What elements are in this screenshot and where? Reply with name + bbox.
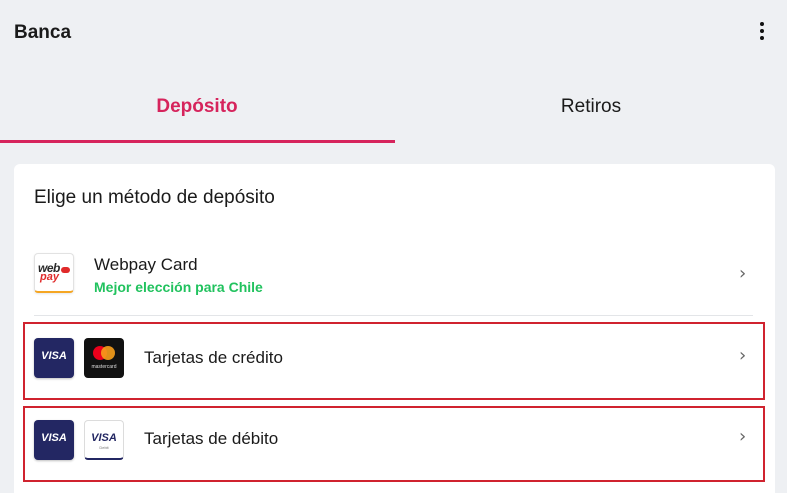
method-credit-cards[interactable]: VISA mastercard Tarjetas de crédito › [23, 322, 765, 400]
method-label: Webpay Card [94, 255, 198, 274]
method-label: Tarjetas de débito [144, 429, 279, 448]
tab-bar: Depósito Retiros [0, 70, 787, 143]
logo-text: Debit [99, 445, 109, 450]
logo-text: mastercard [91, 364, 117, 370]
visa-icon: VISA [34, 420, 74, 460]
tab-label: Depósito [156, 95, 238, 117]
active-tab-indicator [0, 140, 395, 143]
deposit-methods-card: Elige un método de depósito web pay Webp… [14, 164, 775, 493]
tab-retiros[interactable]: Retiros [394, 70, 787, 143]
method-recommendation: Mejor elección para Chile [94, 279, 263, 295]
chevron-right-icon: › [739, 345, 747, 366]
app-header: Banca [0, 0, 787, 64]
method-debit-cards[interactable]: VISA VISA Debit Tarjetas de débito › [23, 406, 765, 482]
webpay-logo-icon: web pay [34, 253, 74, 293]
page-title: Banca [14, 22, 72, 43]
logo-text: VISA [91, 432, 117, 444]
card-title: Elige un método de depósito [34, 187, 275, 208]
logo-text: VISA [41, 432, 67, 444]
logo-dot [61, 267, 70, 273]
chevron-right-icon: › [739, 263, 747, 284]
visa-debit-icon: VISA Debit [84, 420, 124, 460]
method-webpay-card[interactable]: web pay Webpay Card Mejor elección para … [14, 240, 775, 316]
tab-deposito[interactable]: Depósito [0, 70, 394, 143]
logo-text: VISA [41, 350, 67, 362]
more-vertical-icon[interactable] [752, 20, 772, 42]
chevron-right-icon: › [739, 426, 747, 447]
logo-text: pay [40, 271, 59, 283]
divider [34, 315, 753, 316]
method-label: Tarjetas de crédito [144, 348, 283, 367]
tab-label: Retiros [560, 95, 622, 117]
visa-icon: VISA [34, 338, 74, 378]
mastercard-icon: mastercard [84, 338, 124, 378]
